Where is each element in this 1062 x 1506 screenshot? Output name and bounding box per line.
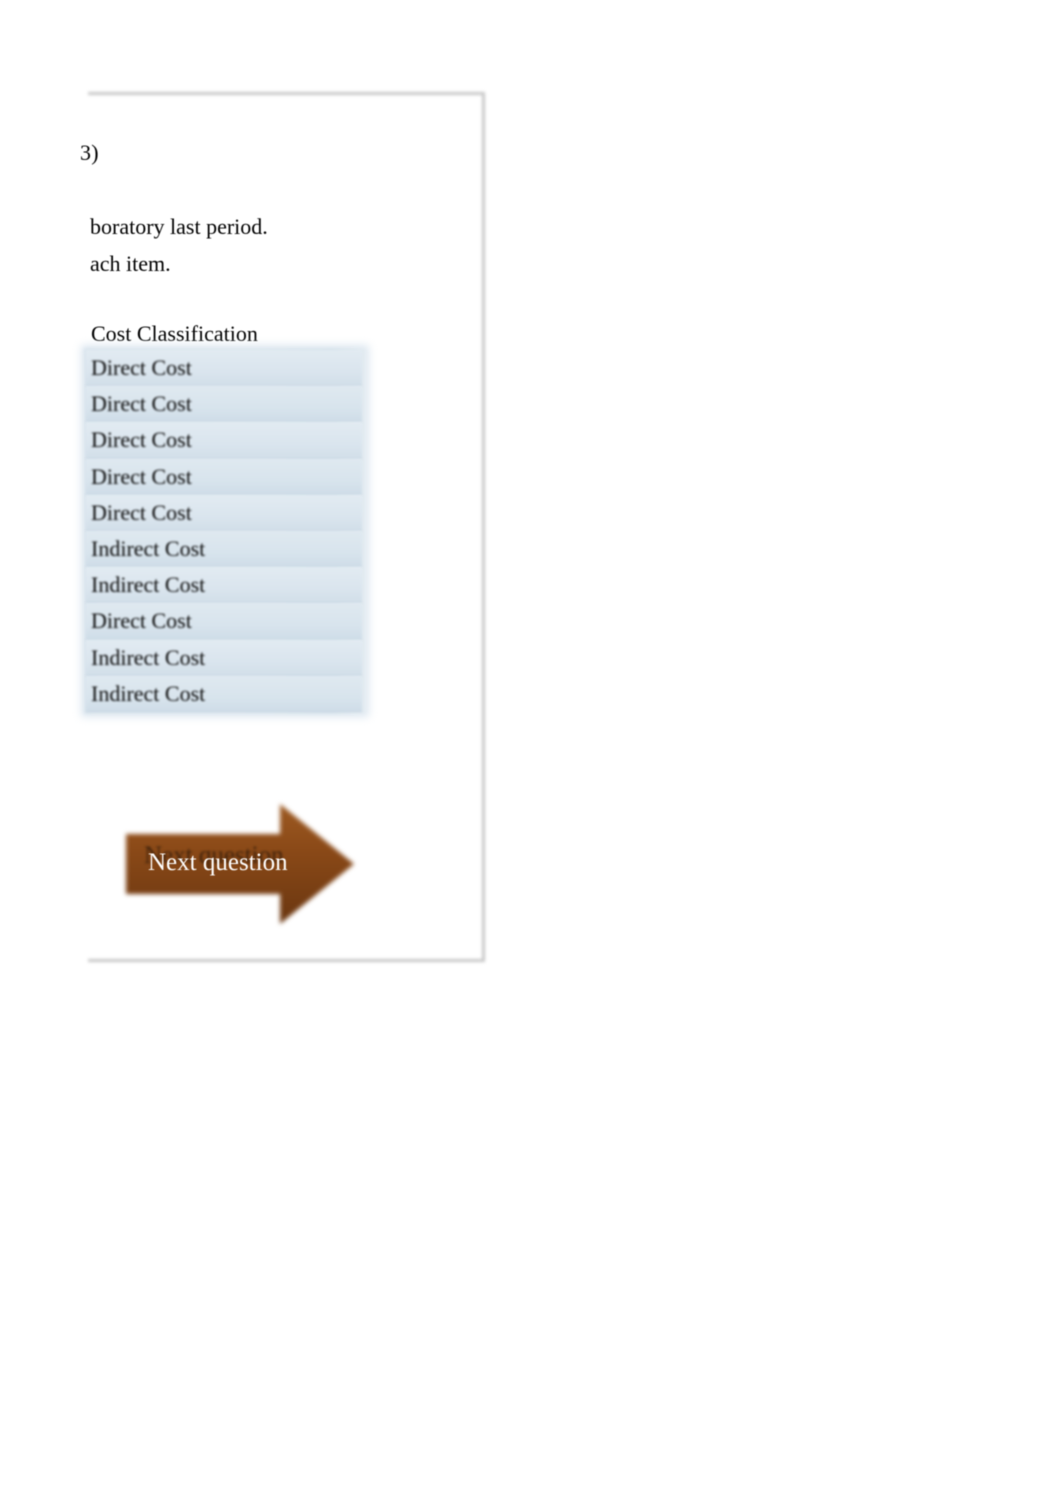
slide-content: 3) boratory last period. ach item. Cost …: [0, 0, 1062, 1506]
table-row[interactable]: Indirect Cost: [86, 675, 362, 712]
table-row[interactable]: Direct Cost: [86, 603, 362, 640]
table-row[interactable]: Indirect Cost: [86, 567, 362, 604]
prompt-line-2: ach item.: [90, 251, 171, 276]
cost-classification-value: Indirect Cost: [91, 572, 206, 598]
cost-classification-value: Indirect Cost: [91, 535, 206, 561]
cost-classification-value: Direct Cost: [91, 427, 192, 453]
next-question-button[interactable]: Next question Next question: [120, 798, 360, 930]
table-row[interactable]: Direct Cost: [86, 386, 362, 423]
next-question-label: Next question: [148, 849, 288, 876]
cost-classification-value: Direct Cost: [91, 499, 192, 525]
table-row[interactable]: Indirect Cost: [86, 639, 362, 676]
cost-classification-value: Direct Cost: [91, 463, 192, 489]
table-row[interactable]: Direct Cost: [86, 422, 362, 459]
cost-classification-header: Cost Classification: [91, 321, 258, 346]
table-row[interactable]: Direct Cost: [86, 350, 362, 387]
table-row[interactable]: Direct Cost: [86, 458, 362, 495]
table-row[interactable]: Direct Cost: [86, 494, 362, 531]
cost-classification-value: Indirect Cost: [91, 644, 206, 670]
cost-classification-list: Direct Cost Direct Cost Direct Cost Dire…: [86, 350, 362, 712]
question-number: 3): [80, 140, 99, 165]
cost-classification-value: Indirect Cost: [91, 680, 206, 706]
table-row[interactable]: Indirect Cost: [86, 530, 362, 568]
cost-classification-value: Direct Cost: [91, 391, 192, 417]
cost-classification-value: Direct Cost: [91, 355, 192, 380]
prompt-line-1: boratory last period.: [90, 214, 268, 239]
cost-classification-value: Direct Cost: [91, 608, 192, 634]
